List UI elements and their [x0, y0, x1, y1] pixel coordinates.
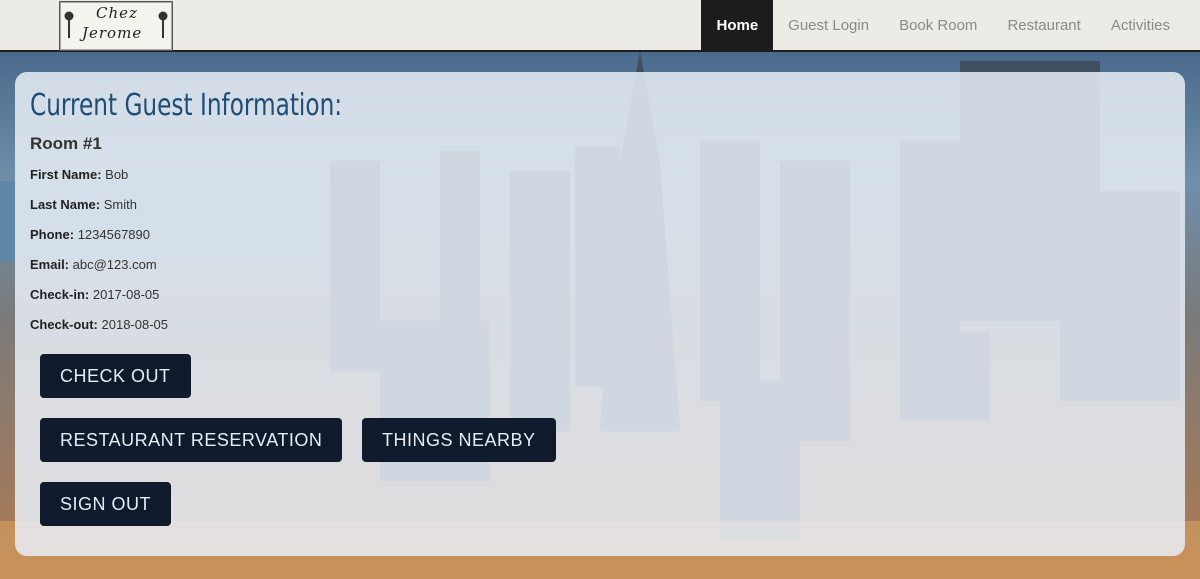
restaurant-reservation-button[interactable]: RESTAURANT RESERVATION [40, 418, 343, 462]
things-nearby-button[interactable]: THINGS NEARBY [362, 418, 556, 462]
logo-line-1: Chez [96, 4, 138, 22]
chez-jerome-logo[interactable]: Chez Jerome [59, 1, 173, 51]
first-name-row: First Name: Bob [30, 167, 128, 182]
phone-row: Phone: 1234567890 [30, 227, 150, 242]
tree-right-icon [158, 11, 168, 38]
email-row: Email: abc@123.com [30, 257, 157, 272]
check-in-row: Check-in: 2017-08-05 [30, 287, 159, 302]
check-out-row: Check-out: 2018-08-05 [30, 317, 168, 332]
tree-left-icon [64, 11, 74, 38]
check-out-button[interactable]: CHECK OUT [40, 354, 191, 398]
check-in-label: Check-in: [30, 287, 90, 302]
room-number: Room #1 [30, 134, 102, 153]
first-name-label: First Name: [30, 167, 102, 182]
main-nav: Home Guest Login Book Room Restaurant Ac… [701, 0, 1185, 50]
last-name-row: Last Name: Smith [30, 197, 137, 212]
phone-value: 1234567890 [77, 227, 150, 242]
logo-wordmark: Chez Jerome [82, 4, 152, 48]
last-name-value: Smith [103, 197, 137, 212]
nav-restaurant[interactable]: Restaurant [992, 0, 1095, 50]
check-in-value: 2017-08-05 [92, 287, 160, 302]
nav-activities[interactable]: Activities [1096, 0, 1185, 50]
email-label: Email: [30, 257, 70, 272]
logo-line-2: Jerome [82, 24, 143, 42]
email-value: abc@123.com [72, 257, 157, 272]
last-name-label: Last Name: [30, 197, 101, 212]
nav-guest-login[interactable]: Guest Login [773, 0, 884, 50]
nav-book-room[interactable]: Book Room [884, 0, 992, 50]
nav-home[interactable]: Home [701, 0, 774, 50]
check-out-label: Check-out: [30, 317, 98, 332]
top-navbar: Chez Jerome Home Guest Login Book Room R… [0, 0, 1200, 52]
phone-label: Phone: [30, 227, 75, 242]
guest-info-panel: Current Guest Information: Room #1 First… [15, 72, 1185, 556]
check-out-value: 2018-08-05 [101, 317, 169, 332]
page-title: Current Guest Information: [30, 88, 343, 123]
first-name-value: Bob [105, 167, 129, 182]
sign-out-button[interactable]: SIGN OUT [40, 482, 172, 526]
